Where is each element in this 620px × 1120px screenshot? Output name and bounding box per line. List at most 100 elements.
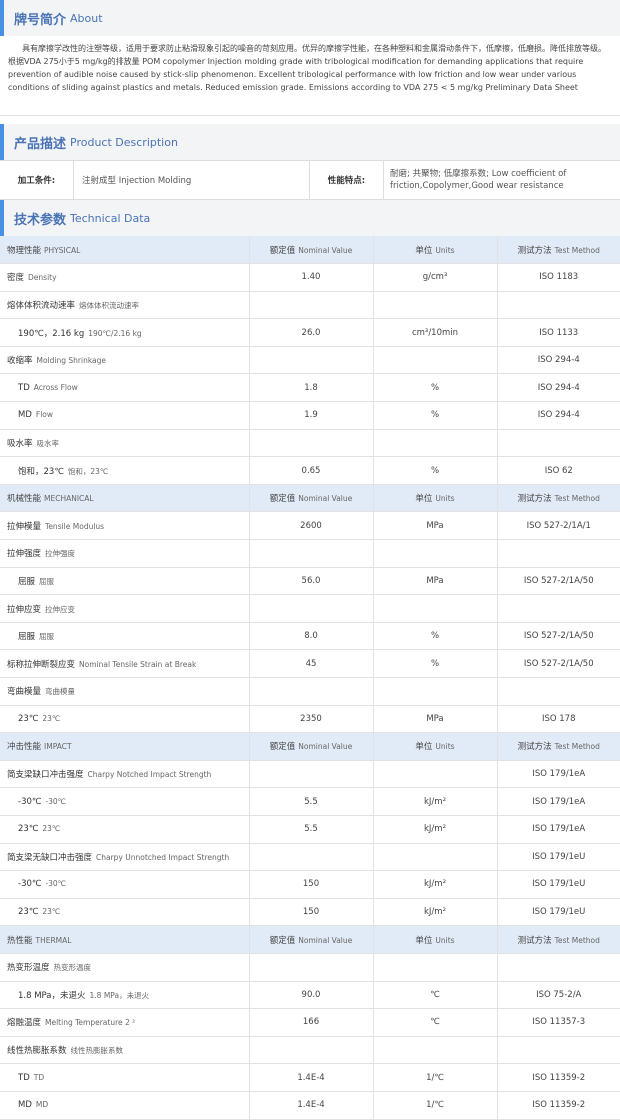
nominal-value: 2350 (249, 705, 374, 734)
property-name-en: 拉伸强度 (45, 549, 76, 559)
category-name-en: THERMAL (35, 935, 72, 945)
units-header-zh: 单位 (415, 245, 433, 256)
technical-data-table: 物理性能 PHYSICAL 额定值 Nominal Value 单位 Units 测试方法 T… (0, 236, 620, 1120)
test-method: ISO 294-4 (497, 373, 620, 403)
table-row: MD MD 1.4E-4 1/℃ ISO 11359-2 (0, 1091, 620, 1120)
table-row: 23℃ 23℃ 5.5 kJ/m² ISO 179/1eA (0, 815, 620, 844)
unit: % (373, 622, 498, 651)
property-name-zh: 拉伸模量 (7, 521, 42, 532)
table-row: 吸水率 吸水率 (0, 429, 620, 458)
nominal-value: 2600 (249, 511, 374, 541)
property-name-zh: 弯曲模量 (7, 687, 42, 698)
property-name-zh: 标称拉伸断裂应变 (7, 659, 76, 670)
table-row: 标称拉伸断裂应变 Nominal Tensile Strain at Break 4… (0, 649, 620, 678)
unit: 1/℃ (373, 1063, 498, 1092)
test-method-header-en: Test Method (554, 494, 600, 504)
property-name-en: MD (35, 1100, 49, 1110)
nominal-value (249, 429, 374, 458)
property-name-zh: TD (18, 1072, 30, 1083)
category-name: 热性能 THERMAL (0, 925, 250, 954)
property-name-en: 23℃ (42, 907, 61, 917)
unit: kJ/m² (373, 870, 498, 899)
table-row: -30℃ -30℃ 5.5 kJ/m² ISO 179/1eA (0, 787, 620, 816)
property-name-en: 23℃ (42, 824, 61, 834)
property-name-zh: 密度 (7, 273, 25, 284)
nominal-value (249, 346, 374, 375)
about-section: 牌号简介 About 具有摩擦学改性的注塑等级，适用于要求防止粘滑现象引起的噪音… (0, 0, 620, 116)
test-method (497, 539, 620, 568)
property-name-en: Charpy Notched Impact Strength (87, 770, 212, 780)
property-name-zh: 简支梁无缺口冲击强度 (7, 852, 93, 863)
property-name-zh: 吸水率 (7, 438, 33, 449)
nominal-value: 1.40 (249, 263, 374, 292)
unit: 1/℃ (373, 1091, 498, 1120)
table-row: 拉伸强度 拉伸强度 (0, 539, 620, 568)
unit: % (373, 456, 498, 485)
test-method-header-en: Test Method (554, 935, 600, 945)
nominal-value-header-en: Nominal Value (298, 742, 353, 752)
test-method-link[interactable]: ISO 1133 (497, 318, 620, 347)
nominal-value-header-zh: 额定值 (269, 245, 296, 256)
nominal-value: 1.9 (249, 401, 374, 430)
nominal-value-header: 额定值 Nominal Value (249, 236, 374, 265)
property-name: MD Flow (0, 401, 250, 430)
nominal-value: 8.0 (249, 622, 374, 651)
category-name-en: IMPACT (44, 742, 72, 752)
category-name-en: MECHANICAL (44, 494, 94, 504)
property-name-en: Charpy Unnotched Impact Strength (96, 852, 230, 862)
nominal-value-header: 额定值 Nominal Value (249, 925, 374, 954)
property-name-zh: 屈服 (18, 632, 36, 643)
test-method (497, 429, 620, 458)
property-name-en: 饱和，23℃ (67, 466, 109, 476)
property-name-en: TD (33, 1072, 45, 1082)
property-name-en: Density (28, 273, 57, 283)
test-method-link[interactable]: ISO 11357-3 (497, 1008, 620, 1037)
property-name-zh: 简支梁缺口冲击强度 (7, 770, 84, 781)
property-name-en: Melting Temperature 2 ² (45, 1018, 136, 1028)
property-name: 标称拉伸断裂应变 Nominal Tensile Strain at Break (0, 649, 250, 678)
unit (373, 1036, 498, 1065)
nominal-value (249, 843, 374, 872)
property-name: 23℃ 23℃ (0, 898, 250, 927)
property-name-zh: 拉伸应变 (7, 604, 42, 615)
test-method: ISO 179/1eU (497, 870, 620, 899)
nominal-value: 1.8 (249, 373, 374, 403)
unit (373, 539, 498, 568)
property-name-en: 熔体体积流动速率 (79, 300, 140, 310)
property-name-en: 拉伸应变 (45, 604, 76, 614)
nominal-value (249, 1036, 374, 1065)
unit (373, 594, 498, 623)
table-row: 线性热膨胀系数 线性热膨胀系数 (0, 1036, 620, 1065)
test-method: ISO 527-2/1A/50 (497, 622, 620, 651)
table-row: 熔体体积流动速率 熔体体积流动速率 (0, 291, 620, 320)
category-header-row: 热性能 THERMAL 额定值 Nominal Value 单位 Units 测试方法 Tes… (0, 925, 620, 954)
test-method-header: 测试方法 Test Method (497, 236, 620, 265)
unit: kJ/m² (373, 898, 498, 927)
features-value: 耐磨; 共聚物; 低摩擦系数; Low coefficient of frict… (390, 169, 567, 191)
units-header: 单位 Units (373, 236, 498, 265)
table-row: 密度 Density 1.40 g/cm³ ISO 1183 (0, 263, 620, 292)
test-method (497, 677, 620, 706)
property-name: -30℃ -30℃ (0, 787, 250, 816)
test-method-link[interactable]: ISO 62 (497, 456, 620, 485)
property-name-zh: MD (18, 1100, 32, 1111)
category-header-row: 物理性能 PHYSICAL 额定值 Nominal Value 单位 Units 测试方法 T… (0, 236, 620, 265)
table-row: 23℃ 23℃ 2350 MPa ISO 178 (0, 705, 620, 734)
units-header-en: Units (435, 742, 455, 752)
property-name: -30℃ -30℃ (0, 870, 250, 899)
table-row: MD Flow 1.9% ISO 294-4 (0, 401, 620, 430)
unit (373, 760, 498, 789)
description-title-en: Product Description (70, 135, 178, 149)
property-name-zh: 热变形温度 (7, 963, 50, 974)
property-name: 简支梁缺口冲击强度 Charpy Notched Impact Strength (0, 760, 250, 789)
units-header-zh: 单位 (415, 494, 433, 505)
units-header: 单位 Units (373, 732, 498, 761)
description-title-zh: 产品描述 (14, 136, 67, 152)
units-header: 单位 Units (373, 925, 498, 954)
unit: % (373, 373, 498, 403)
unit: MPa (373, 567, 498, 596)
property-name-en: Flow (35, 410, 54, 420)
features-label: 性能特点: (310, 161, 384, 199)
property-name-en: 线性热膨胀系数 (70, 1046, 124, 1056)
property-name: 热变形温度 热变形温度 (0, 953, 250, 982)
